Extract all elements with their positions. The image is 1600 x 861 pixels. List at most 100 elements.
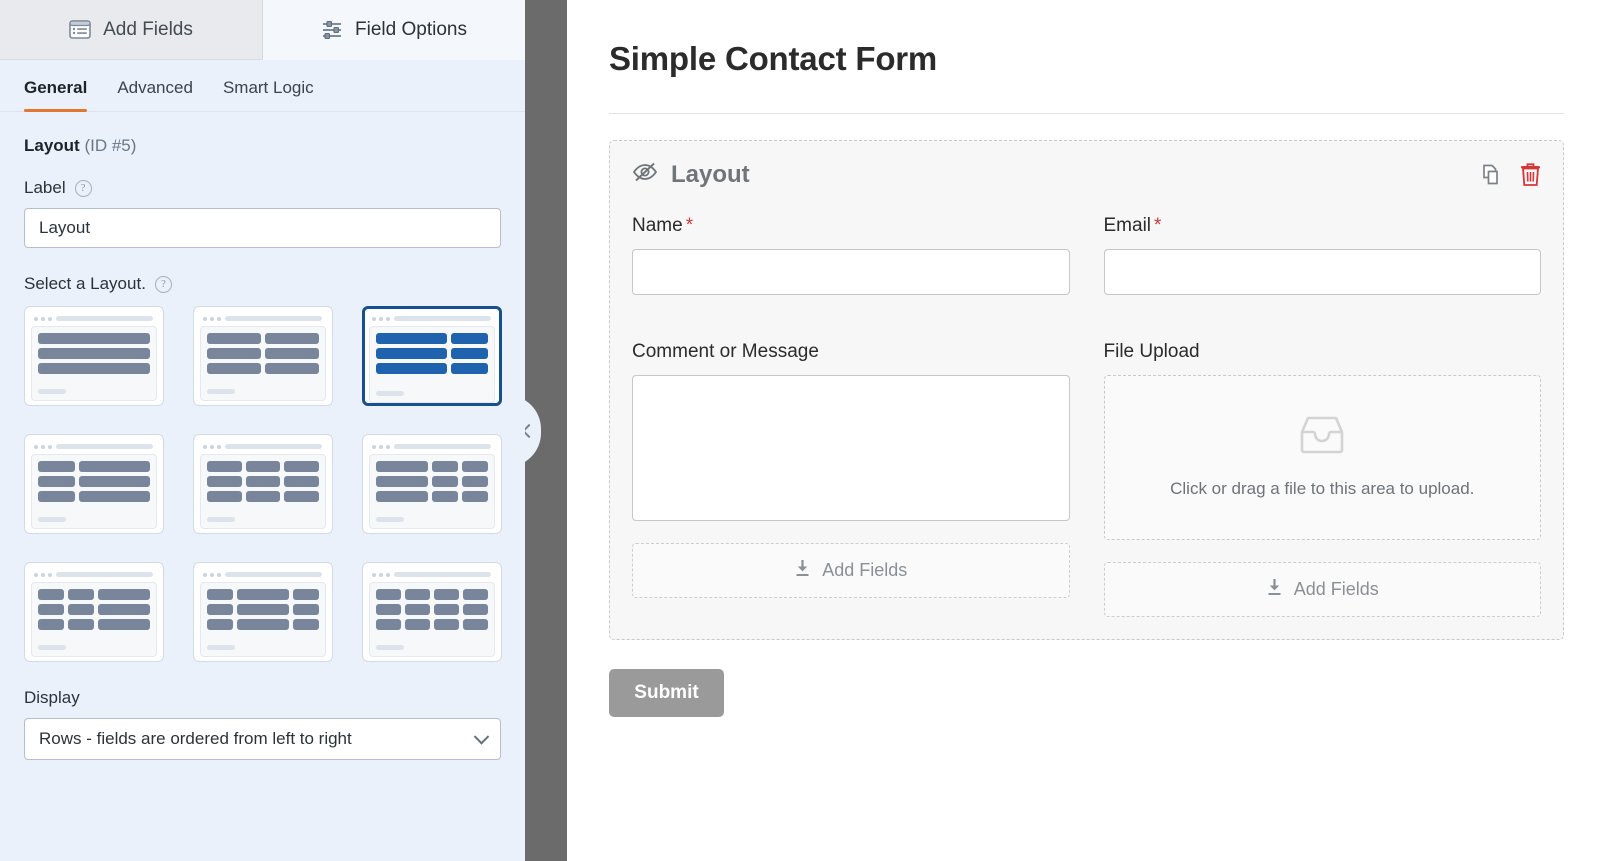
layout-preset-four-column-equal[interactable] xyxy=(362,562,502,662)
display-setting-row: Display xyxy=(24,688,501,708)
preset-cell xyxy=(284,476,320,487)
duplicate-icon[interactable] xyxy=(1480,163,1504,187)
preset-row xyxy=(207,476,320,487)
layout-preset-one-column[interactable] xyxy=(24,306,164,406)
preset-rows xyxy=(38,461,150,502)
preset-card xyxy=(369,454,495,529)
preset-card xyxy=(369,326,495,403)
subtab-general[interactable]: General xyxy=(24,78,88,112)
preset-cell xyxy=(293,589,319,600)
display-select[interactable]: Rows - fields are ordered from left to r… xyxy=(24,718,501,760)
preset-url-bar xyxy=(394,316,491,321)
preset-dot xyxy=(203,316,207,321)
preset-dot xyxy=(379,444,383,449)
preset-row xyxy=(376,589,488,600)
message-field-label-text: Comment or Message xyxy=(632,341,819,362)
preset-rows xyxy=(38,589,150,630)
preset-cell xyxy=(78,461,150,472)
preset-window-dots xyxy=(203,444,221,449)
preset-card xyxy=(200,454,326,529)
preset-cell xyxy=(462,461,488,472)
upload-field-label-text: File Upload xyxy=(1103,341,1200,362)
title-divider xyxy=(609,113,1564,114)
layout-column-right: Email * File Upload Click or drag a file… xyxy=(1103,215,1542,617)
preset-row xyxy=(207,333,319,344)
message-textarea[interactable] xyxy=(632,375,1070,521)
layout-preset-two-column-wide-narrow[interactable] xyxy=(362,306,502,406)
dropzone-text: Click or drag a file to this area to upl… xyxy=(1170,478,1475,498)
preset-cell xyxy=(462,491,488,502)
preset-row xyxy=(38,363,150,374)
preset-dot xyxy=(217,572,221,577)
layout-preset-three-column-wide-narrow-narrow[interactable] xyxy=(362,434,502,534)
preset-row xyxy=(207,461,320,472)
preset-dot xyxy=(41,444,45,449)
submit-button[interactable]: Submit xyxy=(609,669,724,717)
upload-field-label: File Upload xyxy=(1104,341,1542,363)
preset-cell xyxy=(451,333,488,344)
tab-field-options[interactable]: Field Options xyxy=(263,0,525,60)
preset-footer-bar xyxy=(207,517,235,522)
preset-window-dots xyxy=(34,316,52,321)
preset-cell xyxy=(38,491,75,502)
email-input[interactable] xyxy=(1103,249,1541,295)
help-circle-icon[interactable]: ? xyxy=(154,275,172,293)
preset-cell xyxy=(68,619,94,630)
form-preview: Simple Contact Form Layout Name * Commen… xyxy=(567,0,1600,861)
preset-cell xyxy=(78,476,150,487)
subtab-smart-logic[interactable]: Smart Logic xyxy=(223,78,314,111)
preset-cell xyxy=(265,333,319,344)
layout-preset-three-column-narrow-wide-narrow[interactable] xyxy=(193,562,333,662)
preset-dot xyxy=(379,316,383,321)
preset-cell xyxy=(432,461,458,472)
tab-add-fields[interactable]: Add Fields xyxy=(0,0,263,60)
layout-field-block[interactable]: Layout Name * Comment or Message Add Fie… xyxy=(609,140,1564,640)
preset-dot xyxy=(34,572,38,577)
preset-footer-bar xyxy=(207,645,235,650)
help-circle-icon[interactable]: ? xyxy=(74,179,92,197)
layout-preset-three-column-narrow-narrow-wide[interactable] xyxy=(24,562,164,662)
add-fields-dropzone-left[interactable]: Add Fields xyxy=(632,543,1070,598)
preset-dot xyxy=(217,444,221,449)
preset-url-bar xyxy=(225,572,322,577)
layout-preset-three-column-equal[interactable] xyxy=(193,434,333,534)
tab-add-fields-label: Add Fields xyxy=(103,18,193,40)
preset-cell xyxy=(207,363,261,374)
trash-icon[interactable] xyxy=(1520,163,1541,187)
layout-setting-label: Select a Layout. xyxy=(24,274,146,293)
preset-cell xyxy=(98,604,150,615)
preset-cell xyxy=(78,491,150,502)
preset-cell xyxy=(376,348,448,359)
field-heading: Layout (ID #5) xyxy=(24,136,501,156)
preset-row xyxy=(376,619,488,630)
email-field-label: Email * xyxy=(1104,215,1542,237)
layout-preset-two-column-equal[interactable] xyxy=(193,306,333,406)
file-upload-dropzone[interactable]: Click or drag a file to this area to upl… xyxy=(1103,375,1541,540)
preset-cell xyxy=(376,476,428,487)
label-input[interactable] xyxy=(24,208,501,248)
preset-row xyxy=(376,491,488,502)
preset-row xyxy=(38,491,150,502)
layout-preset-two-column-narrow-wide[interactable] xyxy=(24,434,164,534)
label-setting-label: Label xyxy=(24,178,66,197)
preset-window-dots xyxy=(372,572,390,577)
add-fields-label-left: Add Fields xyxy=(822,560,908,580)
preset-cell xyxy=(405,619,430,630)
preset-url-bar xyxy=(394,444,491,449)
preset-browser-bar xyxy=(200,441,326,454)
preset-cell xyxy=(265,363,319,374)
preset-footer-bar xyxy=(207,389,235,394)
preset-cell xyxy=(68,589,94,600)
eye-slash-icon xyxy=(632,161,658,189)
preset-dot xyxy=(386,316,390,321)
preset-rows xyxy=(207,461,320,502)
add-fields-dropzone-right[interactable]: Add Fields xyxy=(1103,562,1541,617)
preset-row xyxy=(376,461,488,472)
name-input[interactable] xyxy=(632,249,1070,295)
preset-browser-bar xyxy=(369,313,495,326)
sliders-icon xyxy=(321,20,343,40)
preset-dot xyxy=(48,572,52,577)
preset-cell xyxy=(237,604,289,615)
subtab-advanced[interactable]: Advanced xyxy=(117,78,193,111)
preset-cell xyxy=(38,363,150,374)
